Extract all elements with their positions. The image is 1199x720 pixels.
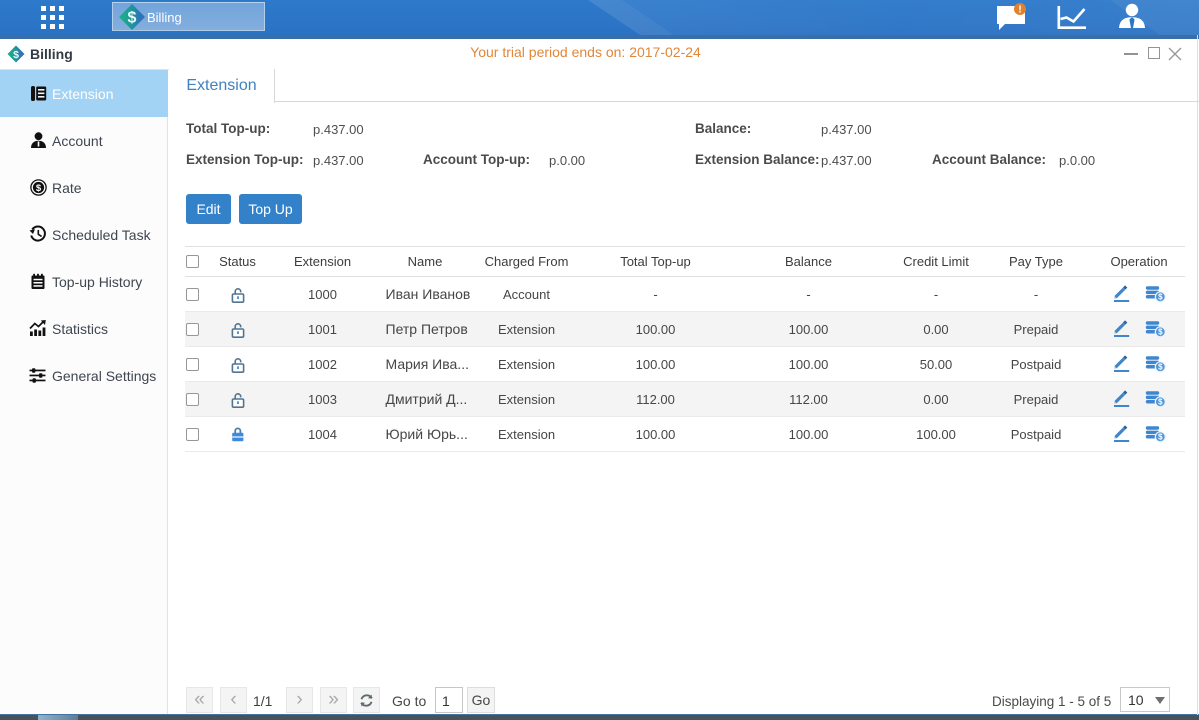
svg-text:$: $ [1158,433,1163,442]
svg-text:$: $ [36,183,42,194]
svg-text:$: $ [1158,363,1163,372]
svg-text:$: $ [128,10,137,27]
svg-text:$: $ [1158,293,1163,302]
svg-text:!: ! [1018,5,1021,16]
svg-text:$: $ [1158,398,1163,407]
svg-text:$: $ [1158,328,1163,337]
